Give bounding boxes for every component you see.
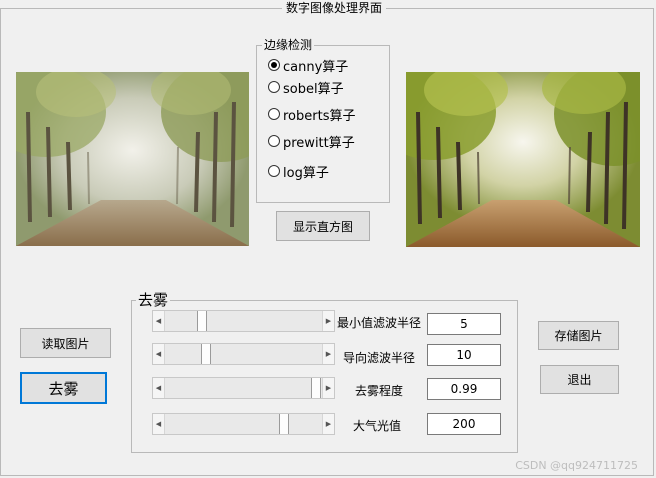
slider-left-arrow-icon[interactable]: ◀ (153, 414, 165, 434)
radio-unselected-icon (268, 165, 280, 177)
slider-left-arrow-icon[interactable]: ◀ (153, 311, 165, 331)
guided-filter-radius-label: 导向滤波半径 (343, 351, 416, 365)
radio-unselected-icon (268, 108, 280, 120)
min-filter-radius-label: 最小值滤波半径 (337, 316, 422, 330)
save-image-button[interactable]: 存储图片 (538, 321, 619, 350)
min-filter-radius-field[interactable]: 5 (427, 313, 501, 335)
slider-right-arrow-icon[interactable]: ▶ (322, 378, 334, 398)
defog-degree-field[interactable]: 0.99 (427, 378, 501, 400)
slider-thumb[interactable] (311, 378, 321, 398)
exit-button[interactable]: 退出 (540, 365, 619, 394)
radio-unselected-icon (268, 135, 280, 147)
radio-label: prewitt算子 (283, 135, 355, 151)
window-title: 数字图像处理界面 (282, 1, 387, 15)
radio-log[interactable]: log算子 (268, 162, 329, 181)
slider-thumb[interactable] (197, 311, 207, 331)
atmospheric-light-slider[interactable]: ◀ ▶ (152, 413, 335, 435)
slider-right-arrow-icon[interactable]: ▶ (322, 311, 334, 331)
defog-degree-label: 去雾程度 (355, 384, 404, 398)
slider-right-arrow-icon[interactable]: ▶ (322, 344, 334, 364)
slider-left-arrow-icon[interactable]: ◀ (153, 378, 165, 398)
defog-group-title: 去雾 (136, 291, 171, 309)
guided-filter-radius-slider[interactable]: ◀ ▶ (152, 343, 335, 365)
radio-roberts[interactable]: roberts算子 (268, 105, 356, 124)
defog-button[interactable]: 去雾 (20, 372, 107, 404)
radio-unselected-icon (268, 81, 280, 93)
slider-thumb[interactable] (279, 414, 289, 434)
defog-degree-slider[interactable]: ◀ ▶ (152, 377, 335, 399)
radio-label: roberts算子 (283, 108, 356, 124)
read-image-button[interactable]: 读取图片 (20, 328, 111, 358)
atmospheric-light-label: 大气光值 (353, 419, 402, 433)
watermark: CSDN @qq924711725 (515, 459, 638, 472)
radio-sobel[interactable]: sobel算子 (268, 78, 344, 97)
processed-image (406, 72, 640, 247)
slider-left-arrow-icon[interactable]: ◀ (153, 344, 165, 364)
slider-thumb[interactable] (201, 344, 211, 364)
radio-label: log算子 (283, 165, 329, 181)
radio-prewitt[interactable]: prewitt算子 (268, 132, 355, 151)
radio-label: canny算子 (283, 59, 349, 75)
min-filter-radius-slider[interactable]: ◀ ▶ (152, 310, 335, 332)
radio-label: sobel算子 (283, 81, 344, 97)
show-histogram-button[interactable]: 显示直方图 (276, 211, 370, 241)
edge-detection-title: 边缘检测 (262, 38, 315, 52)
radio-selected-icon (268, 59, 280, 71)
slider-right-arrow-icon[interactable]: ▶ (322, 414, 334, 434)
radio-canny[interactable]: canny算子 (268, 56, 349, 75)
guided-filter-radius-field[interactable]: 10 (427, 344, 501, 366)
atmospheric-light-field[interactable]: 200 (427, 413, 501, 435)
original-image (16, 72, 249, 246)
